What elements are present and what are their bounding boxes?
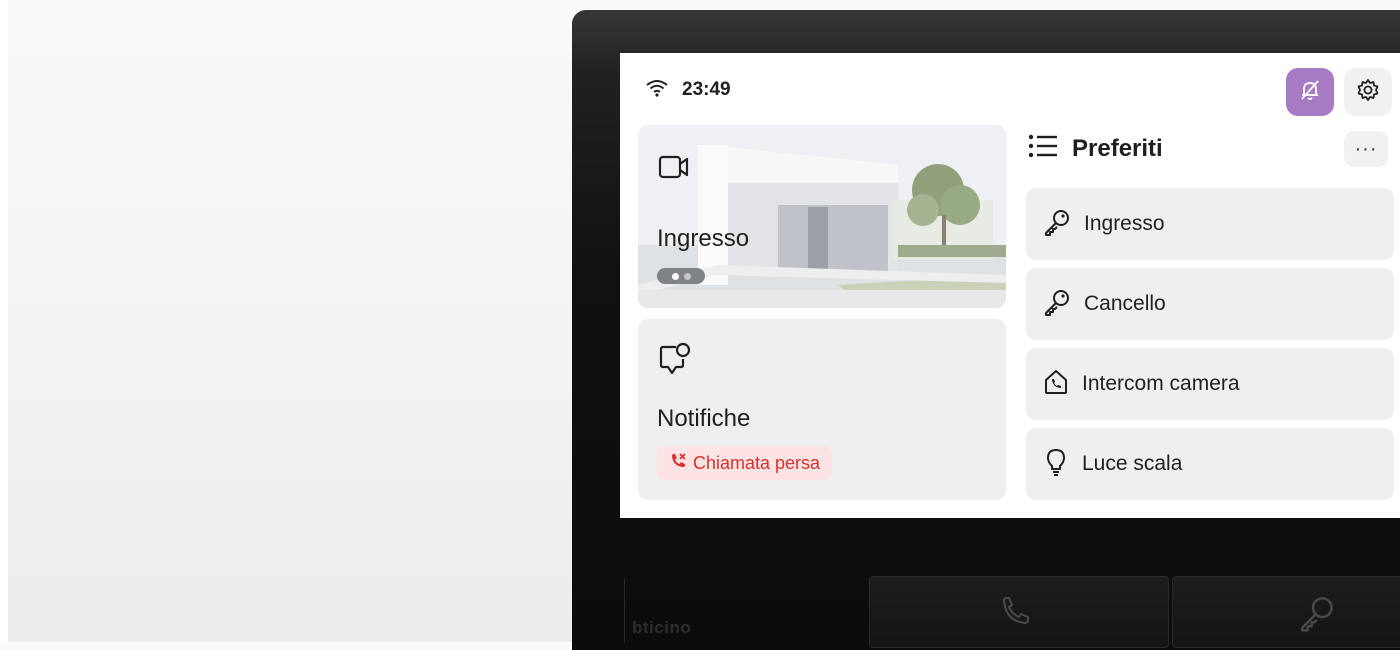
favorite-item-ingresso[interactable]: Ingresso [1026,188,1394,260]
missed-call-text: Chiamata persa [693,452,821,473]
camera-card[interactable]: Ingresso [638,125,1006,308]
intercom-icon [1042,368,1070,401]
page-dot-active [671,272,679,280]
favorite-label: Ingresso [1084,212,1165,235]
page-indicator [657,268,705,284]
status-bar: 23:49 [646,75,731,105]
page-edge [0,0,8,642]
clock-time: 23:49 [682,79,731,100]
notifications-label: Notifiche [657,405,751,432]
favorite-item-intercom-camera[interactable]: Intercom camera [1026,348,1394,420]
brand-logo: bticino [632,618,692,637]
more-options-button[interactable]: ··· [1344,131,1388,167]
notifications-card[interactable]: Notifiche Chiamata persa [638,319,1006,500]
key-icon [1042,207,1072,242]
favorites-title: Preferiti [1072,134,1163,162]
notification-bubble-icon [658,341,692,384]
favorite-label: Luce scala [1082,452,1183,475]
page-dot [683,272,691,280]
favorite-item-cancello[interactable]: Cancello [1026,268,1394,340]
favorite-item-luce-scala[interactable]: Luce scala [1026,428,1394,500]
video-camera-icon [658,153,690,186]
wifi-icon [646,79,668,102]
bell-off-icon [1297,77,1323,108]
gear-icon [1355,77,1381,108]
favorite-label: Cancello [1084,292,1166,315]
hardware-key-button[interactable] [1172,576,1400,648]
favorite-label: Intercom camera [1082,372,1240,395]
device-screen: 23:49 Ingresso Notifiche Chiamata persa … [620,53,1400,518]
mute-bell-button[interactable] [1286,68,1334,116]
missed-call-badge: Chiamata persa [657,446,833,480]
settings-button[interactable] [1344,68,1392,116]
missed-call-icon [669,452,687,475]
key-icon [1042,287,1072,322]
hardware-answer-button[interactable] [869,576,1169,648]
list-icon [1028,133,1058,164]
device-divider [624,578,625,642]
lightbulb-icon [1042,447,1070,482]
camera-label: Ingresso [657,225,750,252]
phone-icon [998,595,1034,636]
key-icon [1297,593,1337,638]
favorites-header: Preferiti [1028,133,1163,164]
